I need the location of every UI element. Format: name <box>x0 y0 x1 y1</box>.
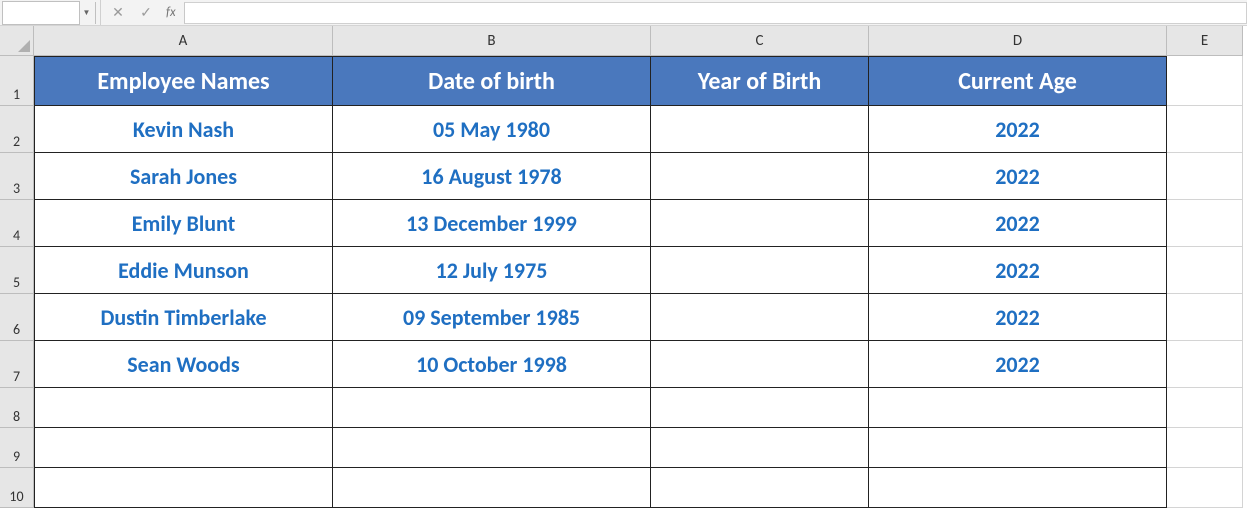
col-header-B[interactable]: B <box>333 26 651 56</box>
select-all-corner[interactable] <box>0 26 34 56</box>
row-header-2[interactable]: 2 <box>0 106 34 153</box>
row-header-7[interactable]: 7 <box>0 341 34 388</box>
cell-age[interactable]: 2022 <box>869 200 1167 247</box>
cell-empty[interactable] <box>869 468 1167 508</box>
row-header-5[interactable]: 5 <box>0 247 34 294</box>
cell-yob[interactable] <box>651 200 869 247</box>
cell-empty[interactable] <box>651 468 869 508</box>
enter-icon[interactable]: ✓ <box>132 1 160 25</box>
cell-name[interactable]: Emily Blunt <box>34 200 333 247</box>
cell-E2[interactable] <box>1167 106 1243 153</box>
table-row <box>34 468 1243 508</box>
row-header-8[interactable]: 8 <box>0 388 34 428</box>
row-headers: 1 2 3 4 5 6 7 8 9 10 <box>0 56 34 508</box>
cell-E5[interactable] <box>1167 247 1243 294</box>
cell-empty[interactable] <box>34 428 333 468</box>
row-header-10[interactable]: 10 <box>0 468 34 508</box>
row-header-9[interactable]: 9 <box>0 428 34 468</box>
cell-E9[interactable] <box>1167 428 1243 468</box>
cell-empty[interactable] <box>333 468 651 508</box>
cell-dob[interactable]: 12 July 1975 <box>333 247 651 294</box>
cell-E4[interactable] <box>1167 200 1243 247</box>
cell-name[interactable]: Dustin Timberlake <box>34 294 333 341</box>
cell-empty[interactable] <box>869 388 1167 428</box>
cell-name[interactable]: Sean Woods <box>34 341 333 388</box>
table-row: Dustin Timberlake 09 September 1985 2022 <box>34 294 1243 341</box>
cell-yob[interactable] <box>651 294 869 341</box>
cell-dob[interactable]: 10 October 1998 <box>333 341 651 388</box>
cell-E1[interactable] <box>1167 56 1243 106</box>
cell-E6[interactable] <box>1167 294 1243 341</box>
column-headers: A B C D E <box>34 26 1243 56</box>
cell-name[interactable]: Sarah Jones <box>34 153 333 200</box>
cell-dob[interactable]: 13 December 1999 <box>333 200 651 247</box>
row-header-1[interactable]: 1 <box>0 56 34 106</box>
fx-glyph: fx <box>166 5 176 20</box>
col-header-D[interactable]: D <box>869 26 1167 56</box>
cell-dob[interactable]: 05 May 1980 <box>333 106 651 153</box>
name-box[interactable] <box>2 1 80 25</box>
cell-name[interactable]: Eddie Munson <box>34 247 333 294</box>
cell-empty[interactable] <box>651 388 869 428</box>
cell-yob[interactable] <box>651 153 869 200</box>
table-row: Kevin Nash 05 May 1980 2022 <box>34 106 1243 153</box>
cell-empty[interactable] <box>333 428 651 468</box>
cancel-icon[interactable]: ✕ <box>104 1 132 25</box>
cell-empty[interactable] <box>651 428 869 468</box>
cell-yob[interactable] <box>651 247 869 294</box>
cell-age[interactable]: 2022 <box>869 294 1167 341</box>
cell-E8[interactable] <box>1167 388 1243 428</box>
row-header-4[interactable]: 4 <box>0 200 34 247</box>
cell-age[interactable]: 2022 <box>869 153 1167 200</box>
cell-name[interactable]: Kevin Nash <box>34 106 333 153</box>
table-row <box>34 428 1243 468</box>
table-row <box>34 388 1243 428</box>
header-current-age[interactable]: Current Age <box>869 56 1167 106</box>
cell-age[interactable]: 2022 <box>869 247 1167 294</box>
fx-icon[interactable]: fx <box>160 5 182 20</box>
row-header-6[interactable]: 6 <box>0 294 34 341</box>
table-row: Emily Blunt 13 December 1999 2022 <box>34 200 1243 247</box>
col-header-C[interactable]: C <box>651 26 869 56</box>
cell-E3[interactable] <box>1167 153 1243 200</box>
cell-dob[interactable]: 16 August 1978 <box>333 153 651 200</box>
cell-E7[interactable] <box>1167 341 1243 388</box>
header-date-of-birth[interactable]: Date of birth <box>333 56 651 106</box>
row-header-3[interactable]: 3 <box>0 153 34 200</box>
cell-empty[interactable] <box>34 468 333 508</box>
formula-input[interactable] <box>184 2 1247 24</box>
cell-empty[interactable] <box>34 388 333 428</box>
col-header-A[interactable]: A <box>34 26 333 56</box>
header-year-of-birth[interactable]: Year of Birth <box>651 56 869 106</box>
col-header-E[interactable]: E <box>1167 26 1243 56</box>
cell-age[interactable]: 2022 <box>869 106 1167 153</box>
cell-empty[interactable] <box>333 388 651 428</box>
cell-yob[interactable] <box>651 341 869 388</box>
table-row: Sarah Jones 16 August 1978 2022 <box>34 153 1243 200</box>
table-row: Sean Woods 10 October 1998 2022 <box>34 341 1243 388</box>
x-glyph: ✕ <box>112 4 124 21</box>
table-header-row: Employee Names Date of birth Year of Bir… <box>34 56 1243 106</box>
cell-age[interactable]: 2022 <box>869 341 1167 388</box>
table-row: Eddie Munson 12 July 1975 2022 <box>34 247 1243 294</box>
cell-E10[interactable] <box>1167 468 1243 508</box>
cell-empty[interactable] <box>869 428 1167 468</box>
cell-dob[interactable]: 09 September 1985 <box>333 294 651 341</box>
name-box-dropdown-icon[interactable]: ▼ <box>82 2 96 24</box>
header-employee-names[interactable]: Employee Names <box>34 56 333 106</box>
cells-area: Employee Names Date of birth Year of Bir… <box>34 56 1243 508</box>
formula-bar: ▼ ✕ ✓ fx <box>0 0 1247 26</box>
cell-yob[interactable] <box>651 106 869 153</box>
check-glyph: ✓ <box>140 4 152 21</box>
